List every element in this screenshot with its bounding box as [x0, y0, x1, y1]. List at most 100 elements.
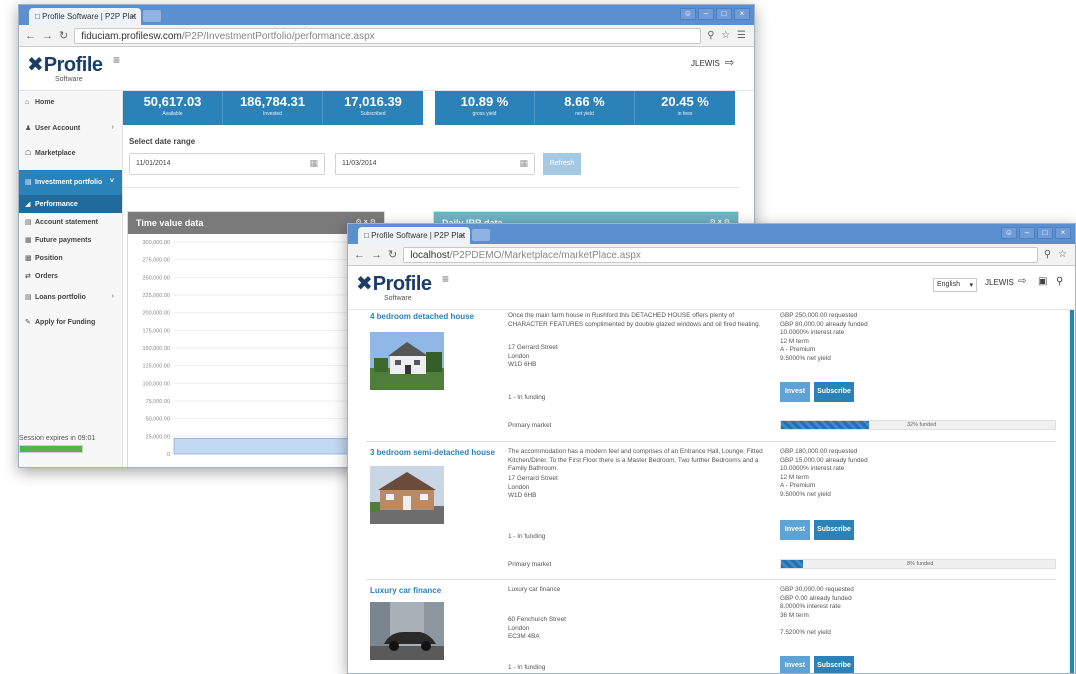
new-tab-button[interactable] [472, 229, 490, 241]
house-photo[interactable] [370, 466, 444, 524]
back-arrow-icon[interactable]: ← [354, 249, 365, 261]
panel-header: Time value data⚙ × ⚙ [128, 212, 384, 234]
browser-tab[interactable]: □ Profile Software | P2P Plat × [358, 227, 470, 244]
y-tick-label: 225,000.00 [142, 293, 170, 299]
page-icon: □ [364, 231, 372, 240]
minimize-icon[interactable]: – [1019, 227, 1035, 239]
calendar-icon[interactable]: ▦ [519, 158, 528, 169]
subscribe-button[interactable]: Subscribe [814, 656, 854, 673]
position-icon: ▩ [25, 255, 32, 262]
sidebar-item-home[interactable]: ⌂ Home [19, 91, 122, 116]
close-icon[interactable]: × [734, 8, 750, 20]
invest-button[interactable]: Invest [780, 382, 810, 402]
sidebar-item-marketplace[interactable]: ☖ Marketplace [19, 141, 122, 166]
y-tick-label: 50,000.00 [146, 417, 170, 423]
maximize-icon[interactable]: □ [716, 8, 732, 20]
window-controls: ☺ – □ × [1001, 227, 1071, 239]
sidebar-item-loans-portfolio[interactable]: ▤ Loans portfolio › [19, 285, 122, 310]
info-line: A - Premium [780, 346, 816, 354]
browser-tools-icons[interactable]: ⚲ ☆ [1044, 249, 1069, 260]
sidebar-item-position[interactable]: ▩ Position [19, 249, 122, 267]
key-icon[interactable]: ⚲ [1056, 276, 1063, 287]
lock-icon[interactable]: ▣ [1038, 276, 1047, 287]
panel-title: Time value data [136, 218, 204, 228]
cart-icon: ☖ [25, 150, 32, 157]
url-input[interactable]: localhost/P2PDEMO/Marketplace/marketPlac… [403, 246, 1038, 263]
sidebar-item-apply-for-funding[interactable]: ✎ Apply for Funding [19, 310, 122, 335]
scrollbar-thumb[interactable] [1070, 310, 1074, 673]
sidebar-item-orders[interactable]: ⇄ Orders [19, 267, 122, 285]
subscribe-button[interactable]: Subscribe [814, 520, 854, 540]
listing-address: 17 Gerrard Street London W1D 6HB [508, 475, 558, 501]
browser-tab[interactable]: □ Profile Software | P2P Plat × [29, 8, 141, 25]
sidebar-label: Position [35, 255, 63, 262]
invest-button[interactable]: Invest [780, 656, 810, 673]
sidebar-label: Account statement [35, 219, 99, 226]
info-line: GBP 180,000.00 requested [780, 448, 858, 455]
logout-icon[interactable]: ⇨ [1018, 276, 1026, 287]
reload-icon[interactable]: ↻ [388, 248, 397, 261]
sidebar-item-account-statement[interactable]: ▤ Account statement [19, 213, 122, 231]
listing-item[interactable]: Luxury car finance Luxury car finance 60… [366, 584, 1056, 673]
subscribe-button[interactable]: Subscribe [814, 382, 854, 402]
tab-title: Profile Software | P2P Plat [42, 12, 137, 21]
reload-icon[interactable]: ↻ [59, 29, 68, 42]
stat-value: 10.89 % [460, 94, 509, 109]
invest-button[interactable]: Invest [780, 520, 810, 540]
listing-status: 1 - In funding [508, 533, 546, 540]
listing-item[interactable]: 3 bedroom semi-detached house The accomm… [366, 446, 1056, 580]
listing-title[interactable]: Luxury car finance [370, 586, 441, 595]
user-icon: ♟ [25, 125, 32, 132]
app-header: ✖Profile Software ≡ JLEWIS ⇨ [19, 47, 754, 91]
new-tab-button[interactable] [143, 10, 161, 22]
logo-subtitle: Software [384, 295, 412, 302]
page-icon: □ [35, 12, 43, 21]
tab-close-icon[interactable]: × [460, 230, 465, 240]
minimize-icon[interactable]: – [698, 8, 714, 20]
stats-group-yields: 10.89 % gross yield 8.66 % net yield 20.45… [435, 91, 735, 125]
listing-info: GBP 30,000.00 requested GBP 0.00 already… [780, 586, 854, 638]
forward-arrow-icon[interactable]: → [371, 249, 382, 261]
logout-icon[interactable]: ⇨ [725, 56, 734, 69]
menu-toggle-icon[interactable]: ≡ [442, 272, 449, 286]
car-photo[interactable] [370, 602, 444, 660]
url-input[interactable]: fiduciam.profilesw.com/P2P/InvestmentPor… [74, 27, 702, 44]
address-line: London [508, 352, 530, 360]
username[interactable]: JLEWIS [691, 59, 720, 68]
listing-item[interactable]: 4 bedroom detached house Once the main f… [366, 310, 1056, 442]
tab-bar: □ Profile Software | P2P Plat × ☺ – □ × [348, 224, 1075, 244]
listing-title[interactable]: 3 bedroom semi-detached house [370, 448, 495, 457]
scrollbar[interactable] [1069, 310, 1075, 673]
profile-logo[interactable]: ✖Profile Software [27, 52, 103, 83]
user-icon[interactable]: ☺ [1001, 227, 1017, 239]
stat-available: 50,617.03 Available [123, 91, 223, 125]
menu-toggle-icon[interactable]: ≡ [113, 53, 120, 67]
browser-tools-icons[interactable]: ⚲ ☆ ☰ [707, 30, 748, 41]
address-line: 17 Gerrard Street [508, 475, 558, 482]
maximize-icon[interactable]: □ [1037, 227, 1053, 239]
user-icon[interactable]: ☺ [680, 8, 696, 20]
language-select[interactable]: English ▾ [933, 278, 977, 292]
username[interactable]: JLEWIS [985, 278, 1014, 287]
profile-logo[interactable]: ✖Profile Software [356, 271, 432, 302]
date-from-input[interactable]: 11/01/2014 ▦ [129, 153, 325, 175]
calendar-icon[interactable]: ▦ [309, 158, 318, 169]
info-line: GBP 80,000.00 already funded [780, 320, 868, 328]
tab-close-icon[interactable]: × [131, 11, 136, 21]
house-photo[interactable] [370, 332, 444, 390]
sidebar-item-user-account[interactable]: ♟ User Account › [19, 116, 122, 141]
sidebar-item-future-payments[interactable]: ▦ Future payments [19, 231, 122, 249]
sidebar-item-investment-portfolio[interactable]: ▤ Investment portfolio ˅ [19, 170, 122, 195]
sidebar-item-performance[interactable]: ◢ Performance [19, 195, 122, 213]
listing-description: Luxury car finance [508, 586, 561, 593]
info-line: A - Premium [780, 482, 816, 490]
close-icon[interactable]: × [1055, 227, 1071, 239]
stat-fees: 20.45 % in fees [635, 91, 735, 125]
listing-title[interactable]: 4 bedroom detached house [370, 312, 474, 321]
back-arrow-icon[interactable]: ← [25, 30, 36, 42]
stat-label: in fees [677, 111, 693, 117]
forward-arrow-icon[interactable]: → [42, 30, 53, 42]
info-line: 10.0000% interest rate [780, 329, 845, 337]
refresh-button[interactable]: Refresh [543, 153, 581, 175]
date-to-input[interactable]: 11/03/2014 ▦ [335, 153, 535, 175]
